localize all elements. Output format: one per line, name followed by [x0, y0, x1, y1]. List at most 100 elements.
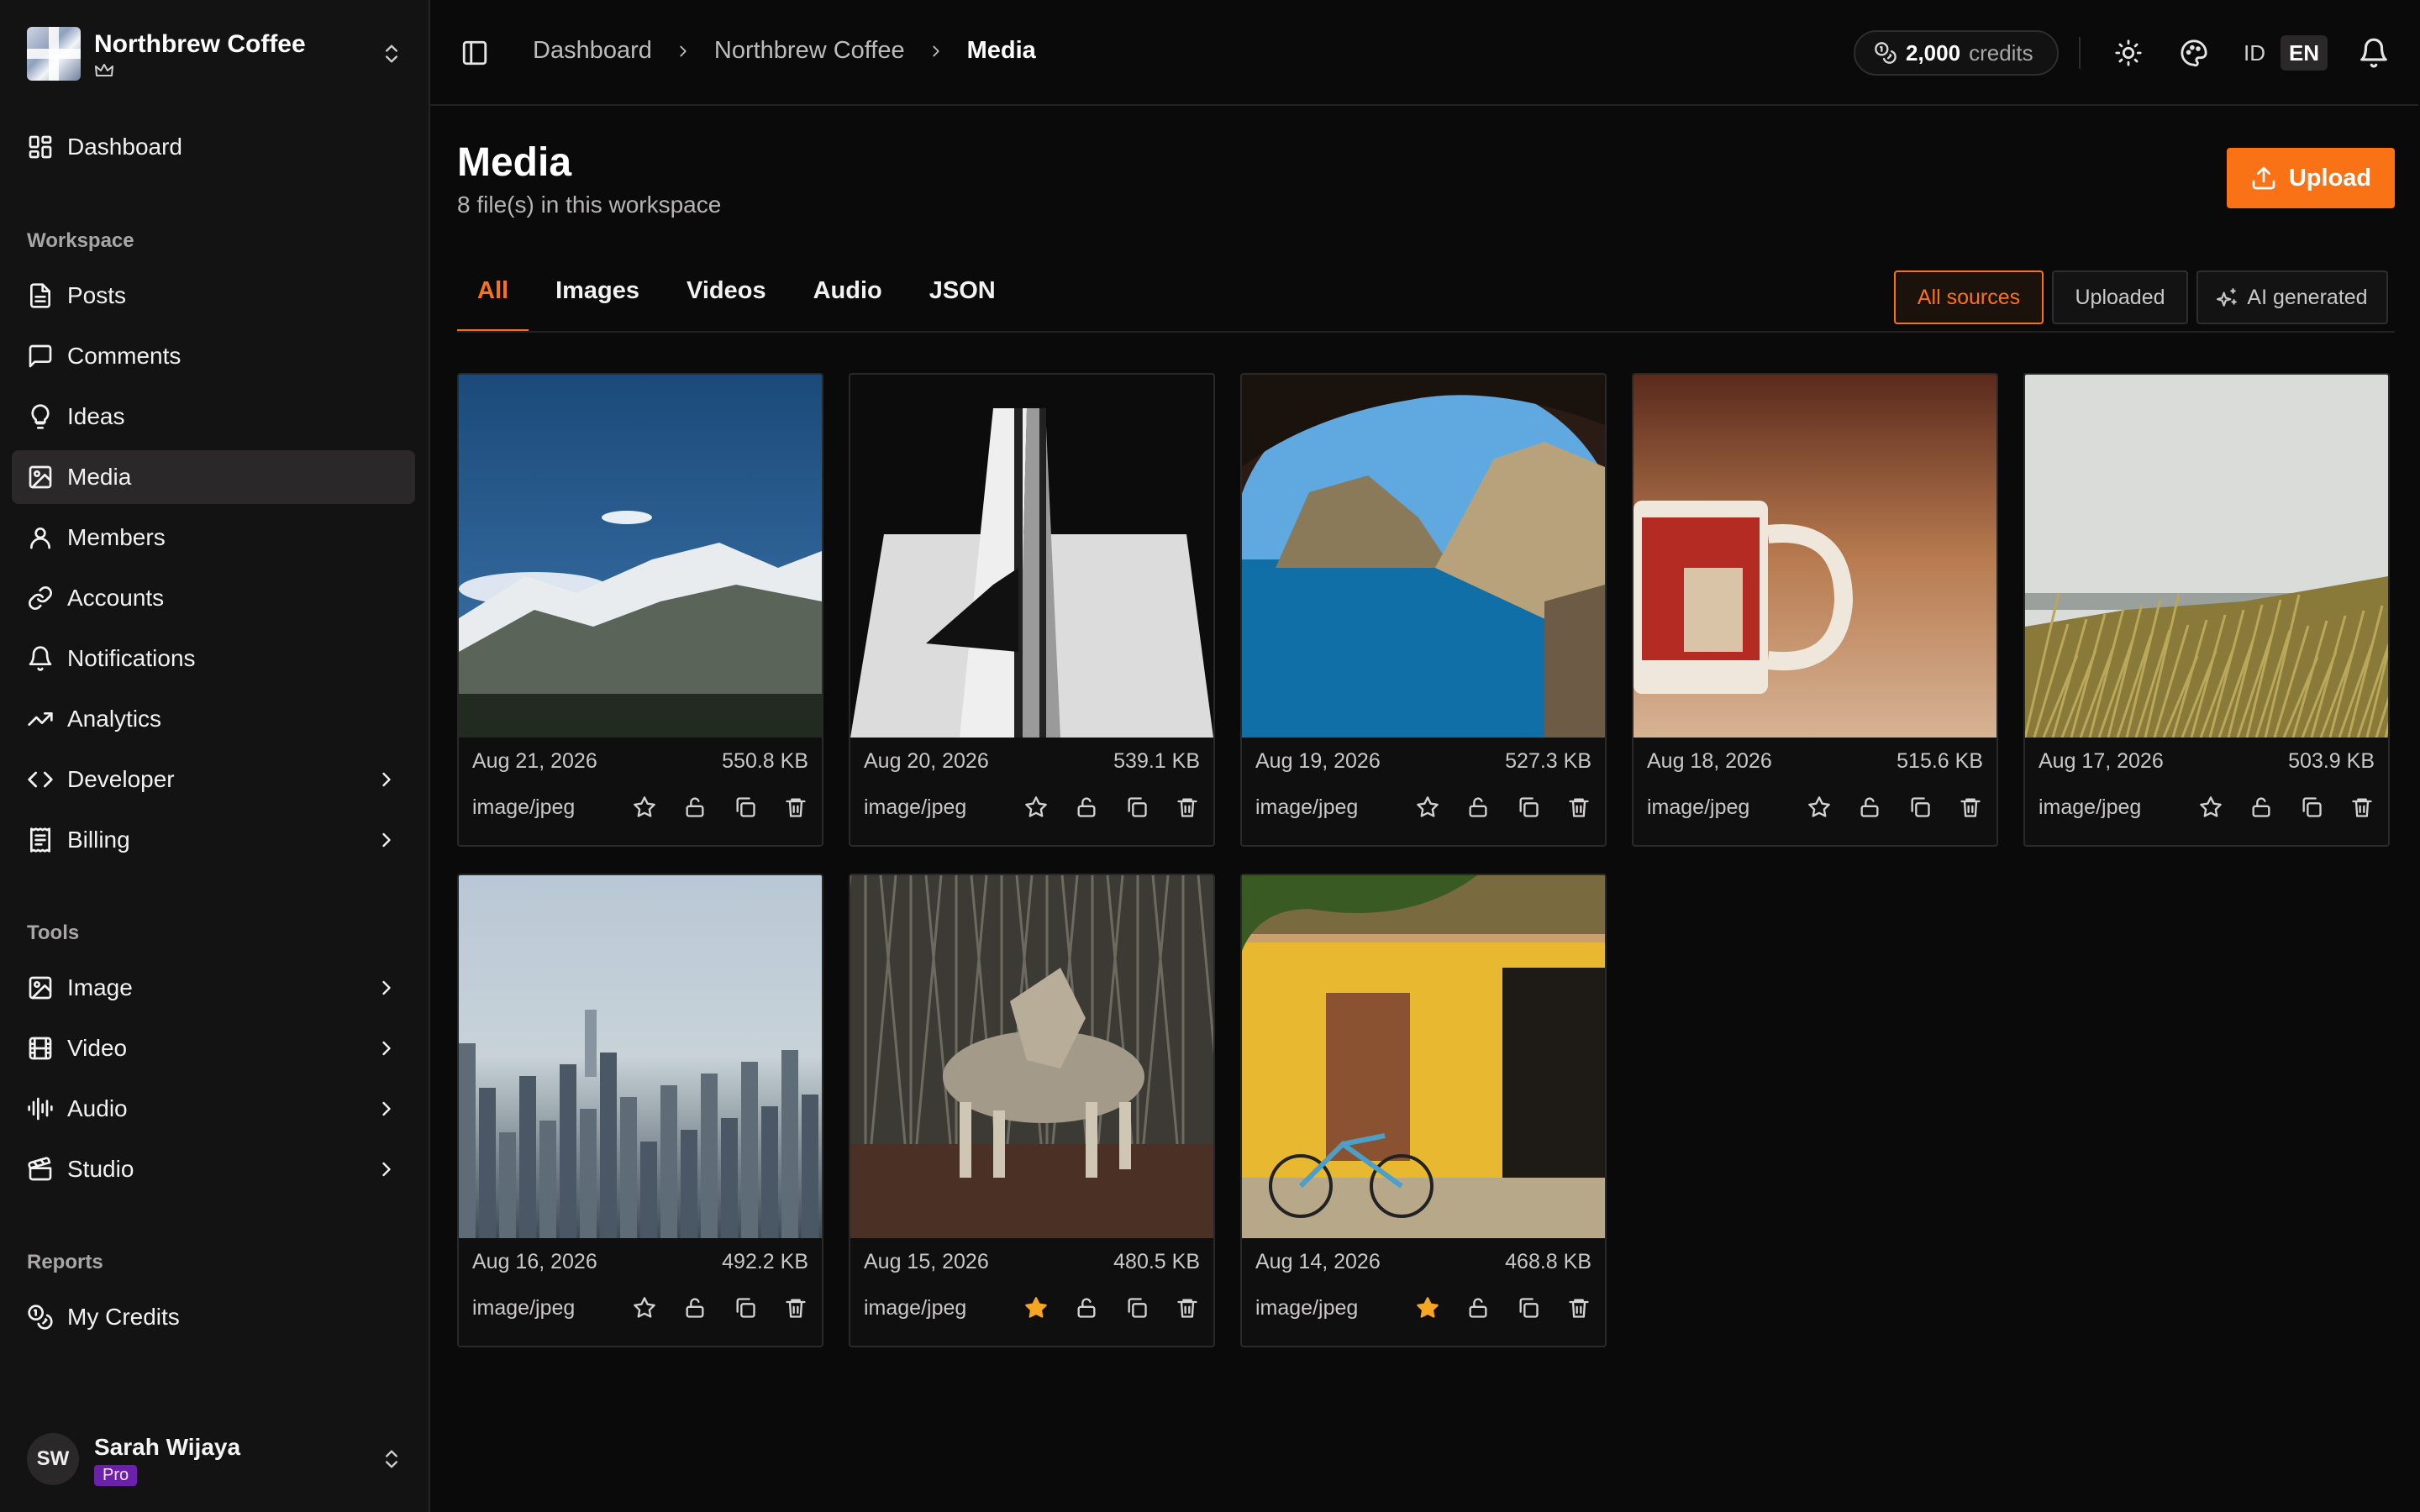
- delete-button[interactable]: [783, 795, 808, 820]
- delete-button[interactable]: [1566, 1295, 1591, 1320]
- sidebar-item-image[interactable]: Image: [12, 961, 415, 1015]
- sidebar-item-label: Comments: [67, 343, 182, 369]
- breadcrumb-item-workspace[interactable]: Northbrew Coffee: [714, 37, 905, 65]
- media-card[interactable]: Aug 17, 2026 503.9 KB image/jpeg: [2023, 373, 2390, 847]
- copy-button[interactable]: [1516, 795, 1541, 820]
- delete-button[interactable]: [1175, 1295, 1200, 1320]
- media-card[interactable]: Aug 21, 2026 550.8 KB image/jpeg: [457, 373, 823, 847]
- sidebar-item-billing[interactable]: Billing: [12, 813, 415, 867]
- sidebar-item-ideas[interactable]: Ideas: [12, 390, 415, 444]
- visibility-button[interactable]: [1074, 795, 1099, 820]
- media-meta: Aug 15, 2026 480.5 KB: [864, 1250, 1200, 1274]
- visibility-button[interactable]: [1465, 1295, 1491, 1320]
- media-card[interactable]: Aug 14, 2026 468.8 KB image/jpeg: [1240, 874, 1607, 1347]
- star-button[interactable]: [1415, 1295, 1440, 1320]
- sidebar-item-analytics[interactable]: Analytics: [12, 692, 415, 746]
- media-thumbnail[interactable]: [850, 875, 1213, 1238]
- star-button[interactable]: [632, 795, 657, 820]
- media-size: 503.9 KB: [2288, 749, 2375, 773]
- sidebar-item-label: Notifications: [67, 645, 196, 671]
- trash-icon: [2352, 798, 2372, 817]
- bell-icon[interactable]: [2358, 37, 2390, 69]
- breadcrumb-item-dashboard[interactable]: Dashboard: [533, 37, 652, 65]
- tab-images[interactable]: Images: [555, 265, 639, 333]
- media-thumbnail[interactable]: [1634, 375, 1996, 738]
- media-actions: image/jpeg: [1647, 795, 1983, 820]
- delete-button[interactable]: [1175, 795, 1200, 820]
- delete-button[interactable]: [1958, 795, 1983, 820]
- visibility-button[interactable]: [682, 1295, 708, 1320]
- copy-button[interactable]: [733, 795, 758, 820]
- delete-button[interactable]: [783, 1295, 808, 1320]
- sidebar-item-video[interactable]: Video: [12, 1021, 415, 1075]
- media-thumbnail[interactable]: [459, 375, 822, 738]
- visibility-button[interactable]: [682, 795, 708, 820]
- delete-button[interactable]: [2349, 795, 2375, 820]
- sidebar-item-developer[interactable]: Developer: [12, 753, 415, 806]
- visibility-button[interactable]: [1465, 795, 1491, 820]
- palette-icon[interactable]: [2180, 39, 2208, 67]
- copy-button[interactable]: [1516, 1295, 1541, 1320]
- sidebar-item-dashboard[interactable]: Dashboard: [12, 120, 415, 174]
- media-card[interactable]: Aug 15, 2026 480.5 KB image/jpeg: [849, 874, 1215, 1347]
- user-menu[interactable]: SW Sarah Wijaya Pro: [27, 1428, 403, 1490]
- tab-audio[interactable]: Audio: [813, 265, 882, 333]
- sidebar-item-media[interactable]: Media: [12, 450, 415, 504]
- media-thumbnail[interactable]: [850, 375, 1213, 738]
- filter-ai-generated[interactable]: AI generated: [2196, 270, 2388, 324]
- visibility-button[interactable]: [2249, 795, 2274, 820]
- media-card[interactable]: Aug 16, 2026 492.2 KB image/jpeg: [457, 874, 823, 1347]
- delete-button[interactable]: [1566, 795, 1591, 820]
- sidebar-item-audio[interactable]: Audio: [12, 1082, 415, 1136]
- sidebar-item-comments[interactable]: Comments: [12, 329, 415, 383]
- visibility-button[interactable]: [1857, 795, 1882, 820]
- tab-json[interactable]: JSON: [929, 265, 996, 333]
- copy-button[interactable]: [1907, 795, 1933, 820]
- chevrons-up-down-icon: [386, 1450, 397, 1468]
- media-thumbnail[interactable]: [2025, 375, 2388, 738]
- sidebar-item-notifications[interactable]: Notifications: [12, 632, 415, 685]
- media-thumbnail[interactable]: [1242, 375, 1605, 738]
- star-button[interactable]: [1023, 1295, 1049, 1320]
- sidebar-item-studio[interactable]: Studio: [12, 1142, 415, 1196]
- media-card[interactable]: Aug 20, 2026 539.1 KB image/jpeg: [849, 373, 1215, 847]
- star-button[interactable]: [2198, 795, 2223, 820]
- credits-badge[interactable]: 2,000 credits: [1854, 30, 2059, 76]
- sidebar-item-label: Accounts: [67, 585, 165, 611]
- media-card[interactable]: Aug 19, 2026 527.3 KB image/jpeg: [1240, 373, 1607, 847]
- sidebar-item-accounts[interactable]: Accounts: [12, 571, 415, 625]
- star-button[interactable]: [1807, 795, 1832, 820]
- media-mime: image/jpeg: [472, 795, 576, 819]
- lang-en-button[interactable]: EN: [2281, 35, 2328, 71]
- copy-button[interactable]: [1124, 1295, 1150, 1320]
- copy-button[interactable]: [2299, 795, 2324, 820]
- sun-icon[interactable]: [2114, 39, 2143, 67]
- breadcrumb-item-current: Media: [966, 37, 1036, 64]
- sidebar-item-my-credits[interactable]: My Credits: [12, 1290, 415, 1344]
- media-card[interactable]: Aug 18, 2026 515.6 KB image/jpeg: [1632, 373, 1998, 847]
- filter-uploaded[interactable]: Uploaded: [2052, 270, 2188, 324]
- sidebar-item-posts[interactable]: Posts: [12, 269, 415, 323]
- upload-button[interactable]: Upload: [2227, 148, 2395, 208]
- visibility-button[interactable]: [1074, 1295, 1099, 1320]
- media-thumbnail[interactable]: [459, 875, 822, 1238]
- media-thumbnail[interactable]: [1242, 875, 1605, 1238]
- star-button[interactable]: [632, 1295, 657, 1320]
- topbar: Dashboard Northbrew Coffee Media 2,000 c…: [430, 0, 2418, 106]
- sidebar-item-members[interactable]: Members: [12, 511, 415, 564]
- chevron-right-icon: [680, 45, 687, 56]
- star-button[interactable]: [1415, 795, 1440, 820]
- tab-all[interactable]: All: [456, 265, 529, 333]
- filter-all-sources[interactable]: All sources: [1894, 270, 2044, 324]
- sidebar-item-label: Studio: [67, 1156, 134, 1182]
- workspace-switcher[interactable]: Northbrew Coffee: [27, 25, 403, 82]
- copy-icon: [1519, 1298, 1539, 1318]
- panel-left-icon[interactable]: [460, 39, 489, 67]
- copy-button[interactable]: [1124, 795, 1150, 820]
- copy-button[interactable]: [733, 1295, 758, 1320]
- lang-id-button[interactable]: ID: [2237, 35, 2272, 71]
- copy-icon: [1519, 797, 1539, 817]
- media-actions: image/jpeg: [864, 795, 1200, 820]
- tab-videos[interactable]: Videos: [687, 265, 766, 333]
- star-button[interactable]: [1023, 795, 1049, 820]
